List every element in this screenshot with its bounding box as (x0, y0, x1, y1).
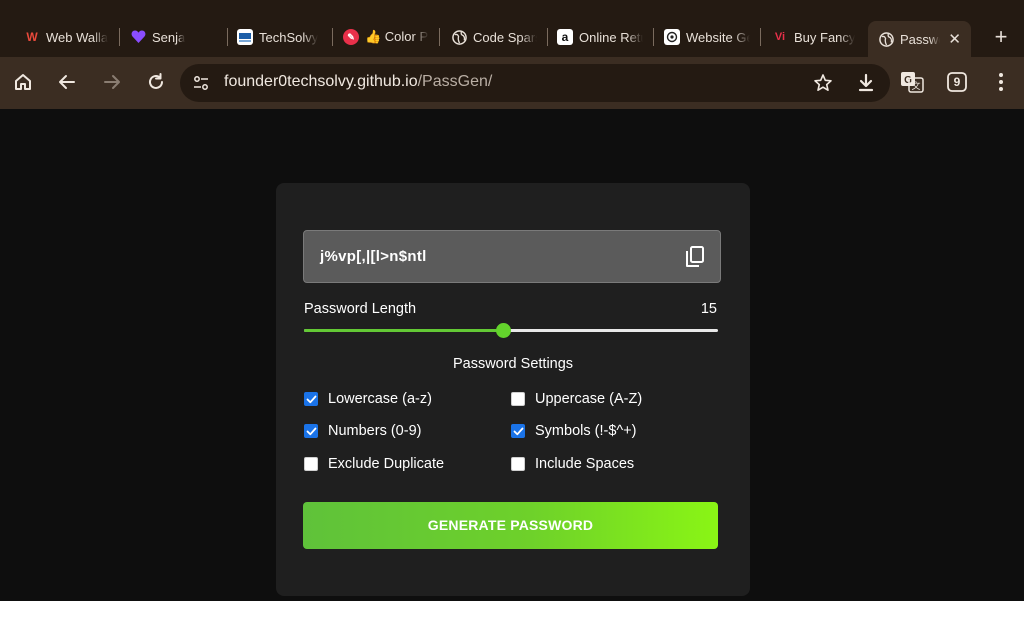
symbols-checkbox[interactable] (511, 424, 525, 438)
tab-password-active[interactable]: Passwor ✕ (868, 21, 971, 57)
tab-title: Code Spars (473, 29, 537, 45)
reload-icon[interactable] (141, 67, 171, 97)
address-bar[interactable]: founder0techsolvy.github.io/PassGen/ (180, 64, 890, 102)
include-spaces-checkbox[interactable] (511, 457, 525, 471)
tab-buy-fancy[interactable]: Vi Buy Fancy (772, 22, 858, 52)
globe-icon (878, 31, 894, 47)
tab-title: Website Ge (686, 29, 750, 45)
uppercase-checkbox[interactable] (511, 392, 525, 406)
tab-separator (653, 28, 654, 46)
tab-title: Senja (152, 29, 186, 45)
tab-separator (227, 28, 228, 46)
tab-code-spars[interactable]: Code Spars (451, 22, 537, 52)
tab-separator (547, 28, 548, 46)
color-picker-icon: ✎ (343, 29, 359, 45)
password-length-slider[interactable] (304, 323, 718, 338)
option-label: Include Spaces (535, 456, 635, 472)
close-icon[interactable]: ✕ (948, 30, 961, 48)
password-text: j%vp[,|[l>n$ntl (320, 248, 427, 265)
tab-strip: W Web Walla Senja TechSolvy ✎ 👍 Color Pi (0, 0, 1024, 57)
translate-icon[interactable]: G文 (897, 67, 927, 97)
extension-icon[interactable]: 9 (942, 67, 972, 97)
url-domain: founder0techsolvy.github.io (224, 73, 418, 90)
tab-web-wallet[interactable]: W Web Walla (24, 22, 110, 52)
site-settings-icon[interactable] (192, 74, 210, 92)
w-logo-icon: W (26, 30, 38, 44)
extension-badge: 9 (953, 75, 961, 89)
tab-separator (119, 28, 120, 46)
password-length-value: 15 (700, 301, 717, 317)
password-generator-card: j%vp[,|[l>n$ntl Password Length 15 Passw… (276, 183, 750, 596)
option-label: Lowercase (a-z) (328, 391, 432, 407)
new-tab-icon[interactable]: + (988, 24, 1014, 50)
option-label: Numbers (0-9) (328, 423, 422, 439)
tab-title: Passwor (900, 31, 940, 47)
option-label: Exclude Duplicate (328, 456, 445, 472)
generate-password-button[interactable]: GENERATE PASSWORD (303, 502, 718, 549)
tab-title: Buy Fancy (794, 29, 856, 45)
copy-icon[interactable] (684, 245, 706, 269)
tab-title: Online Retu (579, 29, 643, 45)
numbers-checkbox[interactable] (304, 424, 318, 438)
tab-online-retu[interactable]: a Online Retu (557, 22, 643, 52)
tab-techsolvy[interactable]: TechSolvy (237, 22, 321, 52)
password-output[interactable]: j%vp[,|[l>n$ntl (303, 230, 721, 283)
page-content: j%vp[,|[l>n$ntl Password Length 15 Passw… (0, 109, 1024, 601)
amazon-icon: a (557, 29, 573, 45)
tab-title: Web Walla (46, 29, 109, 45)
option-exclude-duplicate[interactable]: Exclude Duplicate (304, 456, 444, 472)
option-label: Uppercase (A-Z) (535, 391, 643, 407)
option-lowercase[interactable]: Lowercase (a-z) (304, 391, 432, 407)
home-icon[interactable] (8, 67, 38, 97)
option-uppercase[interactable]: Uppercase (A-Z) (511, 391, 642, 407)
tab-senja[interactable]: Senja (130, 22, 220, 52)
url-path: /PassGen/ (417, 73, 493, 90)
svg-text:文: 文 (911, 80, 920, 91)
page-bottom-area (0, 601, 1024, 640)
option-numbers[interactable]: Numbers (0-9) (304, 423, 421, 439)
tab-separator (760, 28, 761, 46)
more-menu-icon[interactable] (986, 67, 1016, 97)
download-icon[interactable] (855, 72, 877, 94)
exclude-duplicate-checkbox[interactable] (304, 457, 318, 471)
password-settings-title: Password Settings (452, 356, 574, 372)
tab-title: 👍 Color Pi (365, 29, 429, 44)
back-arrow-icon[interactable] (52, 67, 82, 97)
globe-icon (451, 29, 467, 45)
option-label: Symbols (!-$^+) (535, 423, 637, 439)
slider-fill (304, 329, 503, 332)
option-symbols[interactable]: Symbols (!-$^+) (511, 423, 636, 439)
tab-color-picker[interactable]: ✎ 👍 Color Pi (343, 22, 429, 52)
option-include-spaces[interactable]: Include Spaces (511, 456, 634, 472)
tab-separator (439, 28, 440, 46)
url-text[interactable]: founder0techsolvy.github.io/PassGen/ (224, 73, 492, 91)
browser-window: W Web Walla Senja TechSolvy ✎ 👍 Color Pi (0, 0, 1024, 640)
bookmark-star-icon[interactable] (812, 72, 834, 94)
tab-title: TechSolvy (259, 29, 319, 45)
tab-website-ge[interactable]: Website Ge (664, 22, 750, 52)
techsolvy-icon (237, 29, 253, 45)
browser-toolbar: founder0techsolvy.github.io/PassGen/ G文 … (0, 57, 1024, 109)
forward-arrow-icon[interactable] (97, 67, 127, 97)
heart-icon (130, 29, 146, 45)
vi-logo-icon: Vi (774, 31, 786, 43)
password-length-label: Password Length (304, 301, 417, 317)
lowercase-checkbox[interactable] (304, 392, 318, 406)
openai-icon (664, 29, 680, 45)
slider-thumb[interactable] (495, 323, 511, 338)
tab-separator (332, 28, 333, 46)
